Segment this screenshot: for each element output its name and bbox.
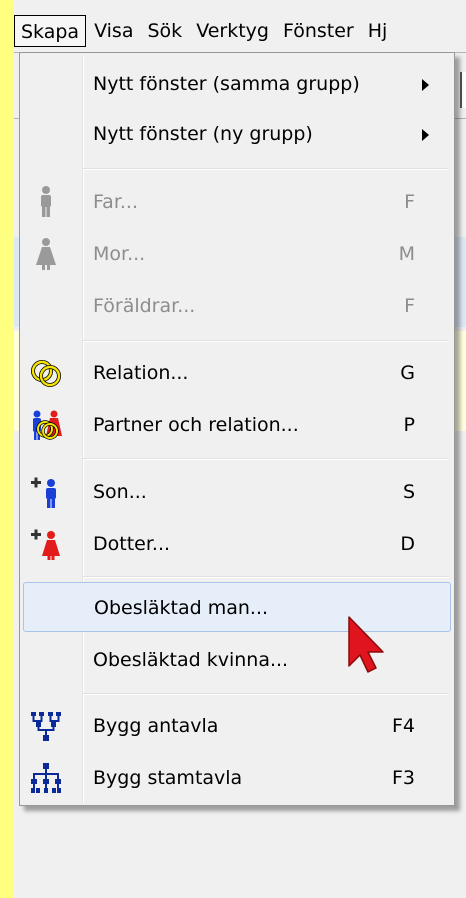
menu-item-relation[interactable]: Relation... G [23,348,451,398]
menu-sok[interactable]: Sök [141,15,188,47]
menu-item-label: Bygg stamtavla [93,767,243,789]
menu-item-partner-and-relation[interactable]: Partner och relation... P [23,400,451,450]
menubar: Skapa Visa Sök Verktyg Fönster Hj [14,12,466,50]
menu-item-new-window-new-group[interactable]: Nytt fönster (ny grupp) [23,109,451,159]
menu-item-label: Föräldrar... [93,295,196,317]
menu-item-shortcut: P [403,414,415,436]
mother-icon [29,237,63,271]
menu-separator [83,693,449,695]
menu-item-shortcut: D [400,533,415,555]
menu-item-shortcut: F [404,295,415,317]
menu-item-build-ancestor-tree[interactable]: Bygg antavla F4 [23,701,451,751]
menu-item-shortcut: S [402,481,415,503]
menu-item-daughter[interactable]: Dotter... D [23,519,451,569]
add-son-icon [29,475,63,509]
submenu-arrow-icon [422,129,429,141]
menu-hjalp[interactable]: Hj [362,15,394,47]
menu-separator [83,576,449,578]
menu-item-label: Far... [93,191,139,213]
menu-item-label: Son... [93,481,147,503]
menu-item-label: Mor... [93,243,146,265]
menu-item-shortcut: G [400,362,415,384]
couple-rings-icon [29,408,63,442]
menu-visa[interactable]: Visa [88,15,139,47]
add-daughter-icon [29,527,63,561]
menu-item-new-window-same-group[interactable]: Nytt fönster (samma grupp) [23,59,451,109]
mouse-pointer-icon [346,614,386,676]
descendant-tree-icon [29,761,63,795]
menu-item-shortcut: F4 [391,715,415,737]
menu-item-parents[interactable]: Föräldrar... F [23,281,451,331]
menu-item-label: Nytt fönster (samma grupp) [93,73,360,95]
submenu-arrow-icon [422,79,429,91]
toolbar-field-edge [460,72,466,108]
ancestor-tree-icon [29,709,63,743]
menu-item-shortcut: M [398,243,415,265]
menu-item-shortcut: F [404,191,415,213]
father-icon [29,185,63,219]
menu-item-father[interactable]: Far... F [23,177,451,227]
skapa-dropdown-menu: Nytt fönster (samma grupp) Nytt fönster … [19,52,455,806]
menu-item-build-descendant-tree[interactable]: Bygg stamtavla F3 [23,753,451,803]
menu-skapa[interactable]: Skapa [14,15,87,47]
menu-separator [83,168,449,170]
menu-verktyg[interactable]: Verktyg [190,15,275,47]
menu-item-label: Nytt fönster (ny grupp) [93,123,313,145]
menu-item-label: Relation... [93,362,189,384]
menu-item-label: Obesläktad man... [94,597,269,619]
menu-separator [83,340,449,342]
menu-item-label: Partner och relation... [93,414,299,436]
menu-item-unrelated-woman[interactable]: Obesläktad kvinna... [23,635,451,685]
menu-item-label: Dotter... [93,533,171,555]
rings-icon [29,356,63,390]
menu-item-label: Obesläktad kvinna... [93,649,289,671]
menu-item-mother[interactable]: Mor... M [23,229,451,279]
menu-item-unrelated-man[interactable]: Obesläktad man... [23,582,451,632]
menu-item-son[interactable]: Son... S [23,467,451,517]
menu-item-shortcut: F3 [391,767,415,789]
menu-fonster[interactable]: Fönster [277,15,360,47]
menu-separator [83,458,449,460]
menu-item-label: Bygg antavla [93,715,219,737]
